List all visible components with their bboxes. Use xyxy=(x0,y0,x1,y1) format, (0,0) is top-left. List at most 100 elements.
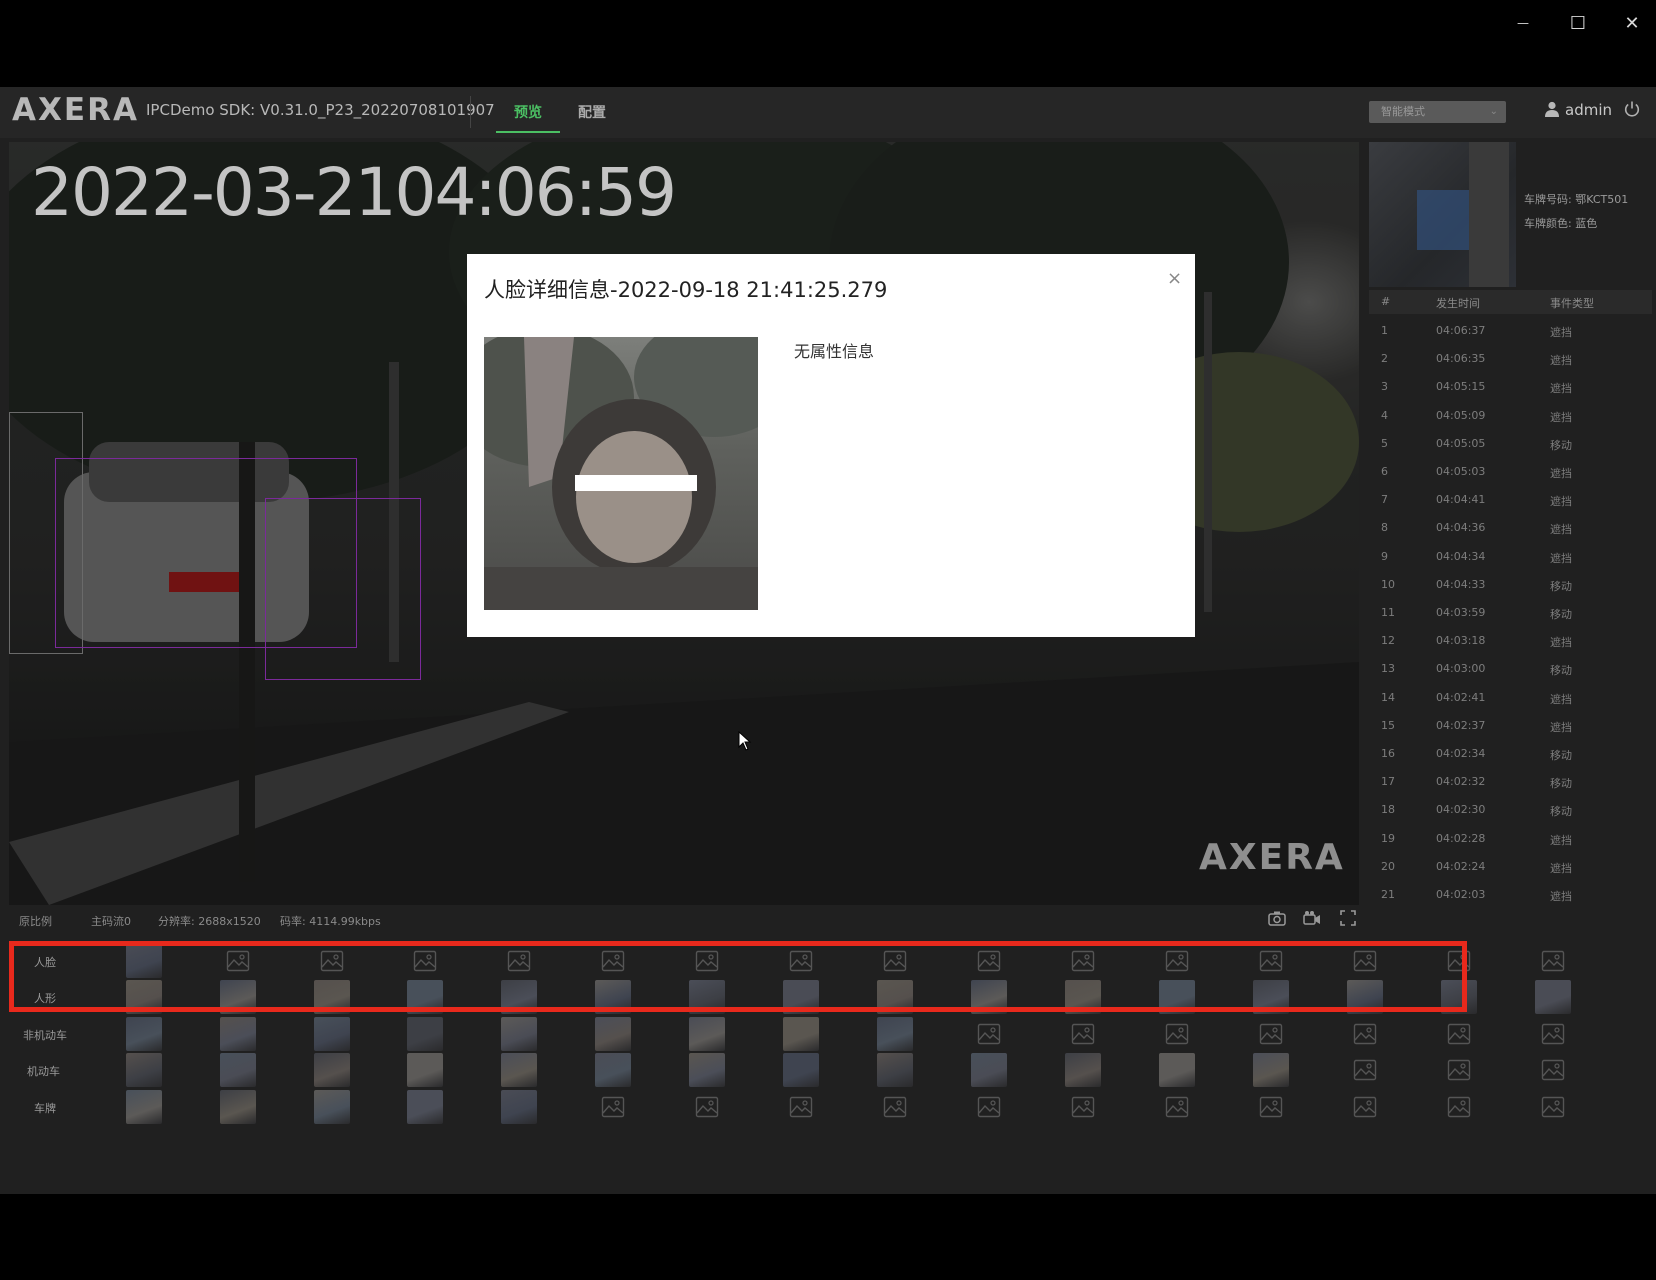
event-time: 04:05:09 xyxy=(1436,408,1486,422)
dialog-title: 人脸详细信息-2022-09-18 21:41:25.279 xyxy=(484,278,888,302)
capture-thumbnail[interactable] xyxy=(783,1053,819,1087)
event-index: 13 xyxy=(1381,662,1395,676)
event-time: 04:02:30 xyxy=(1436,803,1486,817)
capture-thumbnail[interactable] xyxy=(689,1017,725,1051)
capture-thumbnail[interactable] xyxy=(1159,1053,1195,1087)
event-type: 移动 xyxy=(1550,608,1572,621)
event-type: 遮挡 xyxy=(1550,890,1572,903)
chevron-down-icon: ⌄ xyxy=(1489,106,1498,117)
image-placeholder-icon xyxy=(1259,1096,1283,1118)
event-time: 04:02:03 xyxy=(1436,888,1486,901)
event-index: 7 xyxy=(1381,493,1388,507)
image-placeholder-icon xyxy=(1071,1023,1095,1045)
capture-thumbnail[interactable] xyxy=(501,1017,537,1051)
event-time: 04:03:00 xyxy=(1436,662,1486,676)
capture-thumbnail[interactable] xyxy=(971,1053,1007,1087)
event-index: 19 xyxy=(1381,831,1395,845)
capture-thumbnail[interactable] xyxy=(877,1017,913,1051)
image-placeholder-icon xyxy=(1353,1059,1377,1081)
close-window-button[interactable]: ✕ xyxy=(1614,8,1650,38)
event-type: 移动 xyxy=(1550,777,1572,791)
event-type: 遮挡 xyxy=(1550,523,1572,537)
capture-thumbnail[interactable] xyxy=(877,1053,913,1087)
event-index: 8 xyxy=(1381,521,1388,535)
event-type: 移动 xyxy=(1550,664,1572,678)
event-index: 10 xyxy=(1381,577,1395,591)
mode-select[interactable]: 智能模式 ⌄ xyxy=(1369,101,1506,123)
event-time: 04:02:34 xyxy=(1436,747,1486,760)
mode-select-value: 智能模式 xyxy=(1381,105,1425,118)
capture-thumbnail[interactable] xyxy=(1253,1053,1289,1087)
event-time: 04:02:28 xyxy=(1436,831,1486,845)
plate-snapshot[interactable] xyxy=(1369,142,1516,287)
image-placeholder-icon xyxy=(1447,1096,1471,1118)
capture-thumbnail[interactable] xyxy=(501,1053,537,1087)
event-type: 遮挡 xyxy=(1550,720,1572,734)
image-placeholder-icon xyxy=(1541,950,1565,972)
maximize-button[interactable]: ☐ xyxy=(1560,8,1596,38)
minimize-button[interactable]: — xyxy=(1505,8,1541,38)
event-index: 21 xyxy=(1381,888,1395,901)
capture-row-label: 机动车 xyxy=(27,1065,60,1078)
event-index: 12 xyxy=(1381,634,1395,648)
event-type: 遮挡 xyxy=(1550,382,1572,396)
event-time: 04:04:36 xyxy=(1436,521,1486,535)
active-tab-indicator xyxy=(496,131,560,133)
capture-thumbnail[interactable] xyxy=(126,1090,162,1124)
camera-icon[interactable] xyxy=(1268,910,1286,926)
mouse-cursor-icon xyxy=(738,731,752,751)
capture-thumbnail[interactable] xyxy=(220,1053,256,1087)
image-placeholder-icon xyxy=(883,1096,907,1118)
image-placeholder-icon xyxy=(977,1023,1001,1045)
capture-thumbnail[interactable] xyxy=(220,1017,256,1051)
col-time: 发生时间 xyxy=(1436,297,1480,310)
capture-thumbnail[interactable] xyxy=(689,1053,725,1087)
image-placeholder-icon xyxy=(695,1096,719,1118)
capture-thumbnail[interactable] xyxy=(314,1053,350,1087)
event-index: 9 xyxy=(1381,549,1388,563)
image-placeholder-icon xyxy=(1353,1096,1377,1118)
plate-number: 车牌号码: 鄂KCT501 xyxy=(1524,193,1629,206)
resolution-label: 分辨率: 2688x1520 xyxy=(158,915,261,928)
event-time: 04:04:33 xyxy=(1436,577,1486,591)
capture-thumbnail[interactable] xyxy=(126,1053,162,1087)
tab-config[interactable]: 配置 xyxy=(578,102,606,122)
aspect-ratio-label[interactable]: 原比例 xyxy=(19,913,52,929)
image-placeholder-icon xyxy=(1259,1023,1283,1045)
capture-thumbnail[interactable] xyxy=(220,1090,256,1124)
event-type: 移动 xyxy=(1550,579,1572,593)
record-icon[interactable] xyxy=(1303,910,1321,926)
video-watermark: AXERA xyxy=(1199,837,1345,878)
face-photo xyxy=(484,337,758,610)
capture-thumbnail[interactable] xyxy=(314,1090,350,1124)
capture-thumbnail[interactable] xyxy=(407,1090,443,1124)
capture-thumbnail[interactable] xyxy=(783,1017,819,1051)
capture-thumbnail[interactable] xyxy=(595,1017,631,1051)
power-icon[interactable] xyxy=(1623,100,1641,118)
tab-preview[interactable]: 预览 xyxy=(514,102,542,122)
capture-row-label: 非机动车 xyxy=(23,1029,67,1042)
dialog-close-button[interactable]: × xyxy=(1167,268,1182,289)
close-icon: ✕ xyxy=(1624,12,1640,34)
attribute-info: 无属性信息 xyxy=(794,342,875,361)
capture-thumbnail[interactable] xyxy=(595,1053,631,1087)
capture-thumbnail[interactable] xyxy=(501,1090,537,1124)
user-icon xyxy=(1545,101,1559,117)
event-time: 04:06:37 xyxy=(1436,324,1486,337)
event-type: 移动 xyxy=(1550,749,1572,762)
event-type: 遮挡 xyxy=(1550,326,1572,339)
capture-thumbnail[interactable] xyxy=(407,1053,443,1087)
capture-row-label: 车牌 xyxy=(34,1102,56,1115)
capture-thumbnail[interactable] xyxy=(126,1017,162,1051)
user-name[interactable]: admin xyxy=(1565,101,1612,119)
capture-thumbnail[interactable] xyxy=(1065,1053,1101,1087)
stream-label[interactable]: 主码流0 xyxy=(91,913,131,929)
capture-thumbnail[interactable] xyxy=(1535,980,1571,1014)
capture-thumbnail[interactable] xyxy=(314,1017,350,1051)
capture-thumbnail[interactable] xyxy=(407,1017,443,1051)
event-index: 6 xyxy=(1381,465,1388,478)
image-placeholder-icon xyxy=(1541,1096,1565,1118)
event-time: 04:02:37 xyxy=(1436,718,1486,732)
image-placeholder-icon xyxy=(601,1096,625,1118)
fullscreen-icon[interactable] xyxy=(1339,910,1357,926)
